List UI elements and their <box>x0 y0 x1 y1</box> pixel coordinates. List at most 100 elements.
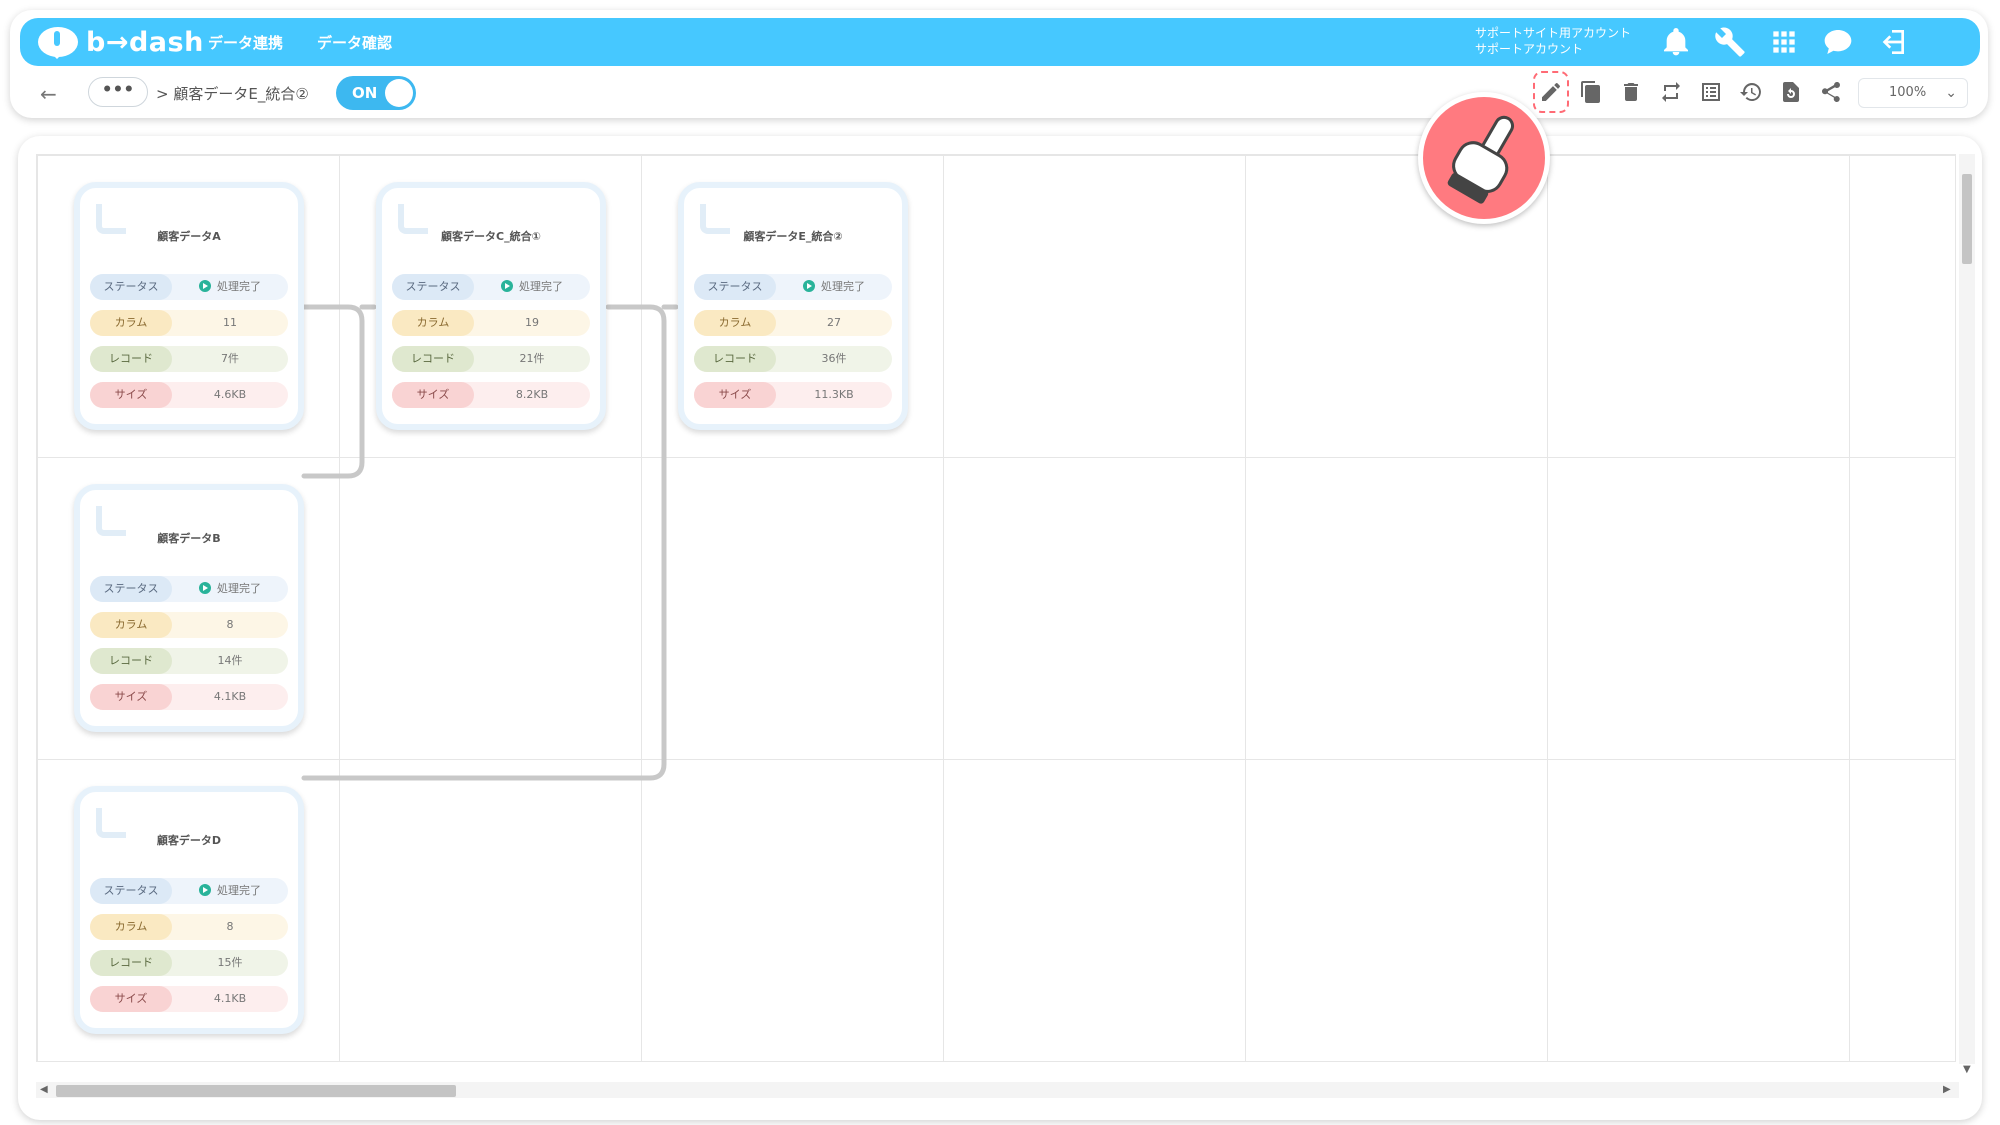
record-label: レコード <box>90 346 172 372</box>
swap-icon <box>1662 82 1680 102</box>
status-row: ステータス 処理完了 <box>392 274 590 300</box>
breadcrumb-more-button[interactable]: ••• <box>88 77 148 107</box>
account-info[interactable]: サポートサイト用アカウント サポートアカウント <box>1475 25 1631 57</box>
record-row: レコード 7件 <box>90 346 288 372</box>
record-row: レコード 36件 <box>694 346 892 372</box>
restore-button[interactable] <box>1778 76 1804 108</box>
status-label: ステータス <box>392 274 474 300</box>
node-title: 顧客データA <box>157 230 221 243</box>
play-icon <box>803 280 815 292</box>
size-row: サイズ 11.3KB <box>694 382 892 408</box>
column-row: カラム 8 <box>90 914 288 940</box>
app-logo[interactable]: b→dash <box>38 24 204 60</box>
zoom-value: 100% <box>1889 85 1927 100</box>
wrench-icon[interactable] <box>1714 26 1746 58</box>
pointing-hand-icon <box>1418 92 1550 224</box>
horizontal-scrollbar[interactable] <box>36 1082 1959 1098</box>
data-node[interactable]: 顧客データA ステータス 処理完了 カラム 11 レコード 7件 サイズ 4.6KB <box>74 182 304 430</box>
top-icon-group <box>1660 26 1908 58</box>
size-label: サイズ <box>392 382 474 408</box>
column-row: カラム 19 <box>392 310 590 336</box>
record-row: レコード 14件 <box>90 648 288 674</box>
play-icon <box>501 280 513 292</box>
size-row: サイズ 8.2KB <box>392 382 590 408</box>
status-value: 処理完了 <box>217 582 261 595</box>
size-row: サイズ 4.1KB <box>90 986 288 1012</box>
column-value: 8 <box>226 920 234 933</box>
record-label: レコード <box>392 346 474 372</box>
scroll-right-arrow-icon[interactable]: ▶ <box>1943 1084 1951 1095</box>
scroll-thumb[interactable] <box>56 1085 456 1097</box>
column-row: カラム 8 <box>90 612 288 638</box>
node-title: 顧客データC_統合① <box>441 230 541 243</box>
size-value: 11.3KB <box>814 388 854 401</box>
status-label: ステータス <box>90 878 172 904</box>
breadcrumb-toolbar: ← ••• > 顧客データE_統合② ON 100% ⌄ <box>20 71 1980 114</box>
copy-icon <box>1581 81 1600 103</box>
connector-lines <box>301 304 679 781</box>
nav-item-data-link[interactable]: データ連携 <box>208 32 283 53</box>
swap-button[interactable] <box>1658 76 1684 108</box>
record-label: レコード <box>90 950 172 976</box>
column-row: カラム 11 <box>90 310 288 336</box>
share-icon <box>1821 81 1840 102</box>
nav-item-data-check[interactable]: データ確認 <box>317 32 392 53</box>
column-value: 19 <box>525 316 539 329</box>
delete-icon <box>1624 83 1638 101</box>
vertical-scrollbar[interactable] <box>1959 154 1975 1064</box>
list-button[interactable] <box>1698 76 1724 108</box>
data-node[interactable]: 顧客データD ステータス 処理完了 カラム 8 レコード 15件 サイズ 4.1KB <box>74 786 304 1034</box>
status-value: 処理完了 <box>217 280 261 293</box>
share-button[interactable] <box>1818 76 1844 108</box>
status-value: 処理完了 <box>217 884 261 897</box>
connector-a-c <box>301 304 365 479</box>
data-node[interactable]: 顧客データC_統合① ステータス 処理完了 カラム 19 レコード 21件 サイズ 8.… <box>376 182 606 430</box>
play-icon <box>199 884 211 896</box>
record-row: レコード 21件 <box>392 346 590 372</box>
logo-bubble-icon <box>38 27 78 59</box>
size-label: サイズ <box>90 986 172 1012</box>
delete-button[interactable] <box>1618 76 1644 108</box>
data-node[interactable]: 顧客データE_統合② ステータス 処理完了 カラム 27 レコード 36件 サイズ 11… <box>678 182 908 430</box>
account-name: サポートサイト用アカウント <box>1475 26 1632 40</box>
copy-button[interactable] <box>1578 76 1604 108</box>
size-row: サイズ 4.1KB <box>90 684 288 710</box>
scroll-left-arrow-icon[interactable]: ◀ <box>40 1084 48 1095</box>
size-value: 4.1KB <box>213 992 247 1005</box>
column-value: 27 <box>827 316 841 329</box>
history-button[interactable] <box>1738 76 1764 108</box>
column-value: 8 <box>226 618 234 631</box>
main-nav: データ連携 データ確認 <box>208 32 392 53</box>
scroll-down-arrow-icon[interactable]: ▼ <box>1963 1064 1971 1075</box>
action-toolbar <box>1533 71 1844 113</box>
status-value: 処理完了 <box>519 280 563 293</box>
zoom-select[interactable]: 100% ⌄ <box>1858 78 1968 108</box>
status-value: 処理完了 <box>821 280 865 293</box>
node-title: 顧客データD <box>156 834 222 847</box>
on-off-toggle[interactable]: ON <box>336 76 416 110</box>
size-label: サイズ <box>90 684 172 710</box>
bell-icon[interactable] <box>1660 26 1692 58</box>
flow-canvas[interactable]: 顧客データA ステータス 処理完了 カラム 11 レコード 7件 サイズ 4.6KB 顧… <box>18 136 1982 1120</box>
data-node[interactable]: 顧客データB ステータス 処理完了 カラム 8 レコード 14件 サイズ 4.1KB <box>74 484 304 732</box>
list-icon <box>1702 83 1720 101</box>
size-label: サイズ <box>90 382 172 408</box>
record-label: レコード <box>694 346 776 372</box>
column-label: カラム <box>90 612 172 638</box>
status-row: ステータス 処理完了 <box>90 576 288 602</box>
column-label: カラム <box>90 914 172 940</box>
column-row: カラム 27 <box>694 310 892 336</box>
play-icon <box>199 582 211 594</box>
top-navigation-bar: b→dash データ連携 データ確認 サポートサイト用アカウント サポートアカウ… <box>20 18 1980 66</box>
logout-icon[interactable] <box>1876 26 1908 58</box>
column-label: カラム <box>392 310 474 336</box>
scroll-thumb[interactable] <box>1962 174 1972 264</box>
back-arrow-icon[interactable]: ← <box>40 82 57 106</box>
toggle-knob <box>385 79 413 107</box>
chat-icon[interactable] <box>1822 26 1854 58</box>
record-label: レコード <box>90 648 172 674</box>
column-label: カラム <box>694 310 776 336</box>
size-label: サイズ <box>694 382 776 408</box>
apps-grid-icon[interactable] <box>1768 26 1800 58</box>
play-icon <box>199 280 211 292</box>
